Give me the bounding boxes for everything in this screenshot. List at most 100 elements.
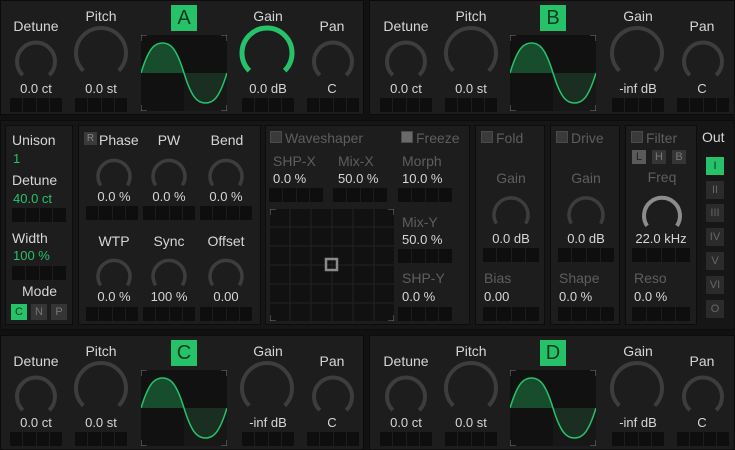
voice-panel: Unison 1 Detune 40.0 ct Width 100 % Mode… xyxy=(5,125,73,325)
osc-b-pan-value: C xyxy=(697,81,707,96)
phase-knob[interactable] xyxy=(92,152,136,190)
out-button-5[interactable]: V xyxy=(706,252,724,270)
width-value[interactable]: 100 % xyxy=(13,248,50,263)
wtp-mod-slots[interactable] xyxy=(86,307,138,321)
osc-a-gain-knob[interactable] xyxy=(239,25,297,79)
out-button-6[interactable]: VI xyxy=(706,276,724,294)
osc-a-pitch-mod-slots[interactable] xyxy=(75,98,127,112)
filter-freq-value: 22.0 kHz xyxy=(635,231,687,246)
phase-reset-button[interactable]: R xyxy=(84,132,97,145)
osc-d-pitch-mod-slots[interactable] xyxy=(445,432,497,446)
fold-enable-checkbox[interactable] xyxy=(481,131,493,143)
drive-shape-mod-slots[interactable] xyxy=(558,307,614,321)
out-button-output[interactable]: O xyxy=(706,300,724,318)
bend-knob[interactable] xyxy=(204,152,248,190)
fold-gain-mod-slots[interactable] xyxy=(483,248,539,262)
osc-b-gain-mod-slots[interactable] xyxy=(612,98,664,112)
osc-d-gain-knob[interactable] xyxy=(609,360,667,414)
osc-d-letter-badge[interactable]: D xyxy=(540,340,566,366)
osc-d-gain-mod-slots[interactable] xyxy=(612,432,664,446)
osc-c-pan-knob[interactable] xyxy=(308,372,358,416)
fold-bias-mod-slots[interactable] xyxy=(483,307,539,321)
mode-n-button[interactable]: N xyxy=(31,304,47,320)
offset-knob[interactable] xyxy=(204,252,248,290)
shpx-mod-slots[interactable] xyxy=(269,188,323,202)
osc-b-gain-knob[interactable] xyxy=(609,25,667,79)
filter-freq-knob[interactable] xyxy=(637,188,687,230)
osc-b-detune-mod-slots[interactable] xyxy=(380,98,432,112)
osc-a-pitch-knob[interactable] xyxy=(73,25,129,79)
filter-reso-mod-slots[interactable] xyxy=(632,307,690,321)
drive-enable-checkbox[interactable] xyxy=(556,131,568,143)
voice-detune-value[interactable]: 40.0 ct xyxy=(13,191,52,206)
drive-gain-mod-slots[interactable] xyxy=(558,248,614,262)
freeze-checkbox[interactable] xyxy=(401,131,413,143)
voice-detune-mod-slots[interactable] xyxy=(12,208,66,222)
phase-mod-slots[interactable] xyxy=(86,206,138,220)
osc-b-pitch-mod-slots[interactable] xyxy=(445,98,497,112)
osc-a-letter-badge[interactable]: A xyxy=(171,5,197,31)
osc-a-gain-mod-slots[interactable] xyxy=(242,98,294,112)
osc-a-pan-knob[interactable] xyxy=(308,37,358,81)
osc-c-detune-knob[interactable] xyxy=(11,372,61,416)
filter-type-lowpass[interactable]: L xyxy=(632,150,646,164)
out-button-4[interactable]: IV xyxy=(706,228,724,246)
mode-c-button[interactable]: C xyxy=(11,304,27,320)
fold-gain-knob[interactable] xyxy=(487,188,535,228)
morph-mod-slots[interactable] xyxy=(398,188,452,202)
osc-c-letter-badge[interactable]: C xyxy=(171,340,197,366)
osc-a-detune-mod-slots[interactable] xyxy=(10,98,62,112)
osc-d-detune-knob[interactable] xyxy=(381,372,431,416)
waveshaper-enable-checkbox[interactable] xyxy=(270,131,282,143)
offset-mod-slots[interactable] xyxy=(200,307,252,321)
osc-c-pitch-mod-slots[interactable] xyxy=(75,432,127,446)
osc-c-pitch-label: Pitch xyxy=(85,343,117,359)
osc-c-gain-knob[interactable] xyxy=(239,360,297,414)
osc-b-detune-knob[interactable] xyxy=(381,37,431,81)
osc-b-pan-knob[interactable] xyxy=(678,37,728,81)
out-button-3[interactable]: III xyxy=(706,204,724,222)
out-button-1[interactable]: I xyxy=(706,157,724,175)
sync-mod-slots[interactable] xyxy=(143,307,195,321)
osc-c-pan-mod-slots[interactable] xyxy=(307,432,359,446)
osc-b-waveform-display[interactable] xyxy=(509,34,597,114)
shpy-mod-slots[interactable] xyxy=(398,307,452,321)
osc-b-letter-badge[interactable]: B xyxy=(540,5,566,31)
filter-enable-checkbox[interactable] xyxy=(631,131,643,143)
osc-c-waveform-display[interactable] xyxy=(140,369,228,449)
osc-d-pan-knob[interactable] xyxy=(678,372,728,416)
osc-b-detune-value: 0.0 ct xyxy=(390,81,422,96)
osc-c-gain-mod-slots[interactable] xyxy=(242,432,294,446)
pw-knob[interactable] xyxy=(147,152,191,190)
mixy-mod-slots[interactable] xyxy=(398,249,452,263)
fold-bias-label: Bias xyxy=(484,270,512,286)
osc-d-pan-mod-slots[interactable] xyxy=(677,432,729,446)
osc-d-pitch-knob[interactable] xyxy=(443,360,499,414)
osc-c-detune-mod-slots[interactable] xyxy=(10,432,62,446)
mixx-mod-slots[interactable] xyxy=(333,188,387,202)
bend-mod-slots[interactable] xyxy=(200,206,252,220)
mode-p-button[interactable]: P xyxy=(51,304,67,320)
osc-a-waveform-display[interactable] xyxy=(140,34,228,114)
width-mod-slots[interactable] xyxy=(12,266,66,280)
osc-a-detune-knob[interactable] xyxy=(11,37,61,81)
out-button-2[interactable]: II xyxy=(706,181,724,199)
sync-knob[interactable] xyxy=(147,252,191,290)
filter-freq-mod-slots[interactable] xyxy=(632,248,690,262)
drive-gain-knob[interactable] xyxy=(562,188,610,228)
waveshaper-xy-pad[interactable] xyxy=(269,208,395,322)
filter-type-bandpass[interactable]: B xyxy=(672,150,686,164)
pw-mod-slots[interactable] xyxy=(143,206,195,220)
filter-type-highpass[interactable]: H xyxy=(652,150,666,164)
osc-d-detune-mod-slots[interactable] xyxy=(380,432,432,446)
osc-b-pan-mod-slots[interactable] xyxy=(677,98,729,112)
osc-a-pan-mod-slots[interactable] xyxy=(307,98,359,112)
osc-d-detune-label: Detune xyxy=(383,353,429,369)
filter-freq-label: Freq xyxy=(647,169,677,185)
osc-b-pitch-knob[interactable] xyxy=(443,25,499,79)
wtp-knob[interactable] xyxy=(92,252,136,290)
unison-value[interactable]: 1 xyxy=(13,151,20,166)
osc-d-pan-value: C xyxy=(697,415,707,430)
osc-d-waveform-display[interactable] xyxy=(509,369,597,449)
osc-c-pitch-knob[interactable] xyxy=(73,360,129,414)
